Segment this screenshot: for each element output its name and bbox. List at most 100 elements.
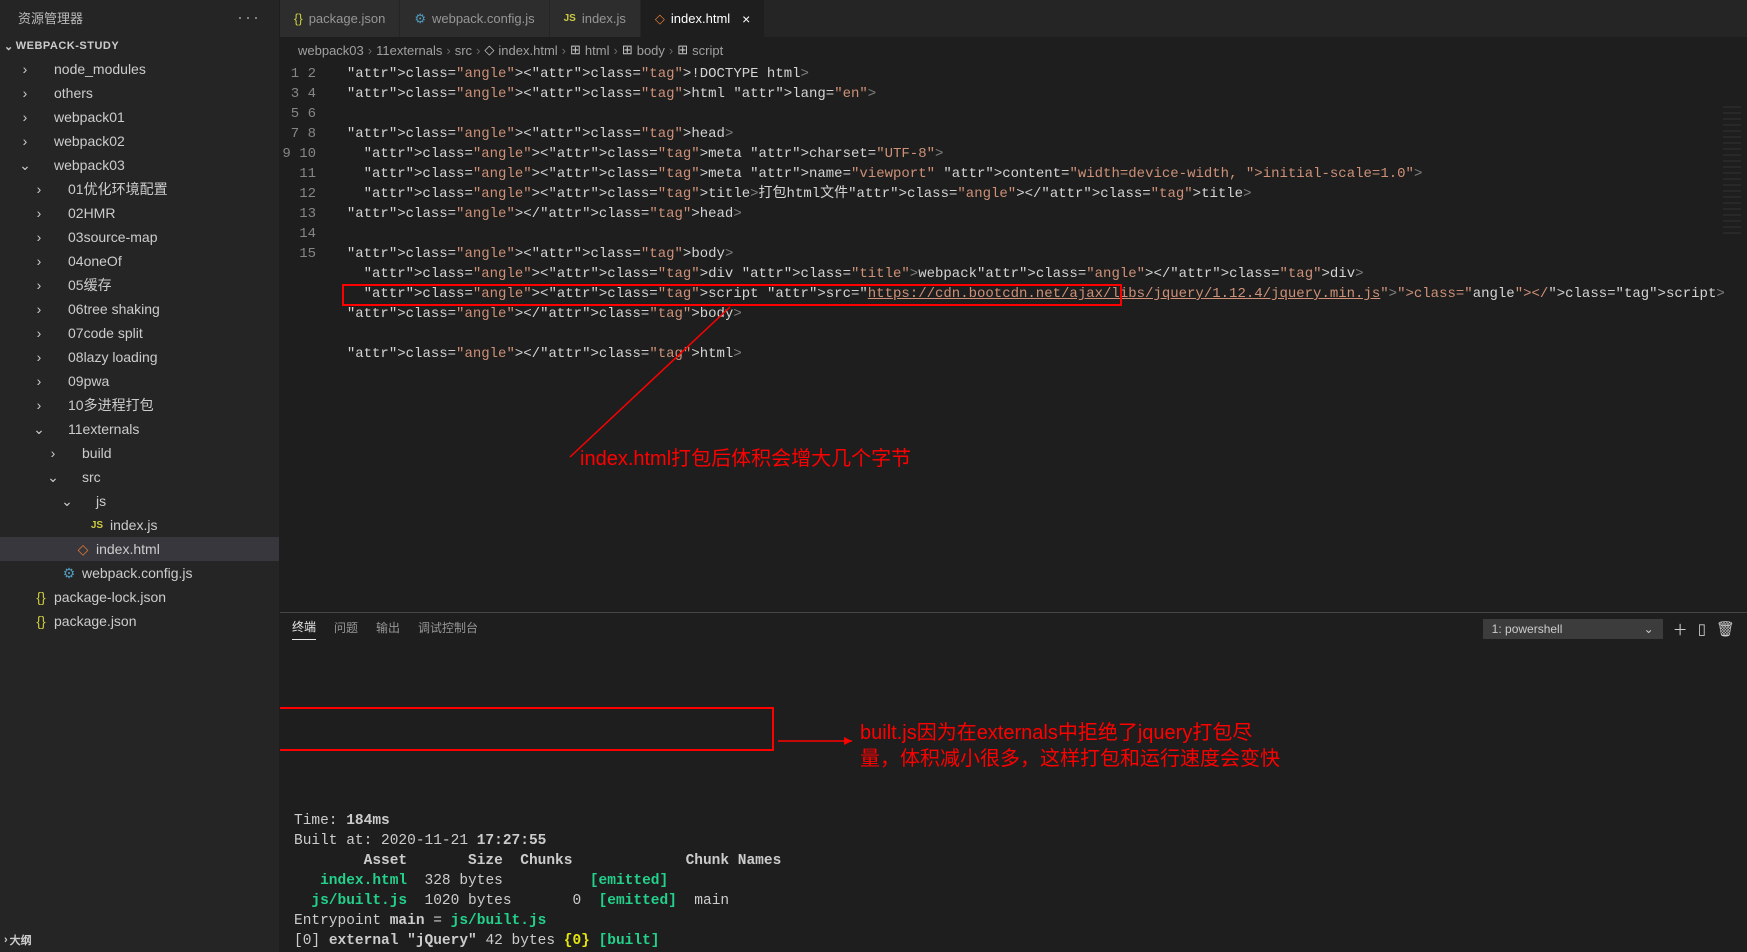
tree-item-label: 05缓存: [68, 275, 112, 295]
chevron-icon: ⌄: [46, 469, 60, 486]
breadcrumb-segment[interactable]: script: [692, 43, 723, 58]
chevron-icon: ⌄: [60, 493, 74, 510]
folder-item[interactable]: ⌄ webpack03: [0, 153, 279, 177]
folder-item[interactable]: › 03source-map: [0, 225, 279, 249]
chevron-icon: ›: [32, 205, 46, 221]
folder-item[interactable]: › 02HMR: [0, 201, 279, 225]
chevron-right-icon: ›: [4, 934, 8, 946]
terminal-tab-output[interactable]: 输出: [376, 619, 400, 640]
code-content[interactable]: "attr">class="angle"><"attr">class="tag"…: [330, 62, 1747, 612]
folder-item[interactable]: ›webpack01: [0, 105, 279, 129]
chevron-icon: ›: [18, 85, 32, 101]
tab-label: index.html: [671, 11, 730, 26]
chevron-icon: ›: [32, 253, 46, 269]
terminal-output[interactable]: Time: 184ms Built at: 2020-11-21 17:27:5…: [280, 645, 1747, 952]
terminal-panel: 终端 问题 输出 调试控制台 1: powershell ⌄ ＋ ▯ 🗑 Tim…: [280, 612, 1747, 952]
folder-item[interactable]: › others: [0, 81, 279, 105]
explorer-header: 资源管理器 ···: [0, 0, 279, 35]
breadcrumb-segment[interactable]: 11externals: [376, 43, 442, 58]
breadcrumb-segment[interactable]: html: [585, 43, 610, 58]
folder-item[interactable]: ›04oneOf: [0, 249, 279, 273]
tree-item-label: 07code split: [68, 325, 143, 341]
code-editor[interactable]: 1 2 3 4 5 6 7 8 9 10 11 12 13 14 15 "att…: [280, 62, 1747, 612]
outline-section[interactable]: › 大纲: [0, 928, 279, 952]
annotation-2-line-1: built.js因为在externals中拒绝了jquery打包尽: [860, 723, 1252, 743]
file-item[interactable]: {}package.json: [0, 609, 279, 633]
tree-item-label: 02HMR: [68, 205, 115, 221]
file-item[interactable]: JSindex.js: [0, 513, 279, 537]
breadcrumb-segment[interactable]: src: [455, 43, 472, 58]
line-gutter: 1 2 3 4 5 6 7 8 9 10 11 12 13 14 15: [280, 62, 330, 612]
breadcrumb-segment[interactable]: webpack03: [298, 43, 364, 58]
trash-icon[interactable]: 🗑: [1716, 620, 1735, 638]
editor-tab[interactable]: ⚙ webpack.config.js: [400, 0, 549, 37]
tree-item-label: webpack02: [54, 133, 125, 149]
terminal-tab-terminal[interactable]: 终端: [292, 618, 316, 640]
tree-item-label: 10多进程打包: [68, 395, 154, 415]
folder-item[interactable]: › 09pwa: [0, 369, 279, 393]
folder-item[interactable]: ⌄ js: [0, 489, 279, 513]
breadcrumb[interactable]: webpack03 › 11externals › src › ◇ index.…: [280, 38, 1747, 62]
editor-tabs: {} package.json⚙ webpack.config.jsJS ind…: [280, 0, 1747, 38]
folder-item[interactable]: ›08lazy loading: [0, 345, 279, 369]
folder-item[interactable]: › node_modules: [0, 57, 279, 81]
tab-label: index.js: [582, 11, 626, 26]
split-terminal-icon[interactable]: ▯: [1698, 620, 1706, 638]
editor-tab[interactable]: ◇ index.html×: [641, 0, 765, 37]
chevron-down-icon: ⌄: [4, 40, 14, 53]
chevron-icon: ›: [32, 373, 46, 389]
tab-label: webpack.config.js: [432, 11, 535, 26]
new-terminal-icon[interactable]: ＋: [1673, 619, 1688, 640]
tree-item-label: package.json: [54, 613, 137, 629]
editor-tab[interactable]: {} package.json: [280, 0, 400, 37]
tree-item-label: 03source-map: [68, 229, 158, 245]
tree-item-label: 08lazy loading: [68, 349, 158, 365]
terminal-tab-bar: 终端 问题 输出 调试控制台 1: powershell ⌄ ＋ ▯ 🗑: [280, 613, 1747, 645]
tree-item-label: index.html: [96, 541, 160, 557]
chevron-icon: ›: [18, 109, 32, 125]
chevron-icon: ›: [32, 229, 46, 245]
tree-item-label: 11externals: [68, 421, 139, 437]
folder-item[interactable]: ›build: [0, 441, 279, 465]
tree-item-label: 06tree shaking: [68, 301, 160, 317]
chevron-icon: ›: [18, 61, 32, 77]
chevron-icon: ›: [32, 397, 46, 413]
tree-item-label: others: [54, 85, 93, 101]
folder-item[interactable]: › 06tree shaking: [0, 297, 279, 321]
tree-item-label: index.js: [110, 517, 157, 533]
terminal-select[interactable]: 1: powershell ⌄: [1483, 619, 1663, 639]
chevron-icon: ⌄: [18, 157, 32, 174]
chevron-down-icon: ⌄: [1644, 622, 1654, 636]
terminal-tab-debug[interactable]: 调试控制台: [418, 619, 478, 640]
project-label: WEBPACK-STUDY: [16, 40, 119, 52]
folder-item[interactable]: ›07code split: [0, 321, 279, 345]
folder-item[interactable]: ›05缓存: [0, 273, 279, 297]
file-item[interactable]: ⚙webpack.config.js: [0, 561, 279, 585]
editor-area: {} package.json⚙ webpack.config.jsJS ind…: [280, 0, 1747, 952]
folder-item[interactable]: ›webpack02: [0, 129, 279, 153]
file-item[interactable]: {}package-lock.json: [0, 585, 279, 609]
folder-item[interactable]: ›01优化环境配置: [0, 177, 279, 201]
project-root[interactable]: ⌄ WEBPACK-STUDY: [0, 35, 279, 57]
annotation-2-line-2: 量，体积减小很多，这样打包和运行速度会变快: [860, 749, 1280, 769]
file-item[interactable]: ◇index.html: [0, 537, 279, 561]
close-icon[interactable]: ×: [742, 11, 750, 27]
folder-item[interactable]: › 10多进程打包: [0, 393, 279, 417]
tree-item-label: js: [96, 493, 106, 509]
breadcrumb-segment[interactable]: body: [637, 43, 665, 58]
tree-item-label: 09pwa: [68, 373, 109, 389]
folder-item[interactable]: ⌄11externals: [0, 417, 279, 441]
terminal-tab-problems[interactable]: 问题: [334, 619, 358, 640]
more-actions-icon[interactable]: ···: [237, 7, 261, 28]
editor-tab[interactable]: JS index.js: [550, 0, 641, 37]
folder-item[interactable]: ⌄src: [0, 465, 279, 489]
chevron-icon: ›: [32, 301, 46, 317]
tree-item-label: webpack03: [54, 157, 125, 173]
tree-item-label: node_modules: [54, 61, 146, 77]
tree-item-label: package-lock.json: [54, 589, 166, 605]
explorer-sidebar: 资源管理器 ··· ⌄ WEBPACK-STUDY ›node_modules›…: [0, 0, 280, 952]
minimap[interactable]: [1723, 106, 1741, 236]
breadcrumb-segment[interactable]: index.html: [498, 43, 557, 58]
chevron-icon: ›: [46, 445, 60, 461]
terminal-select-label: 1: powershell: [1492, 622, 1563, 636]
